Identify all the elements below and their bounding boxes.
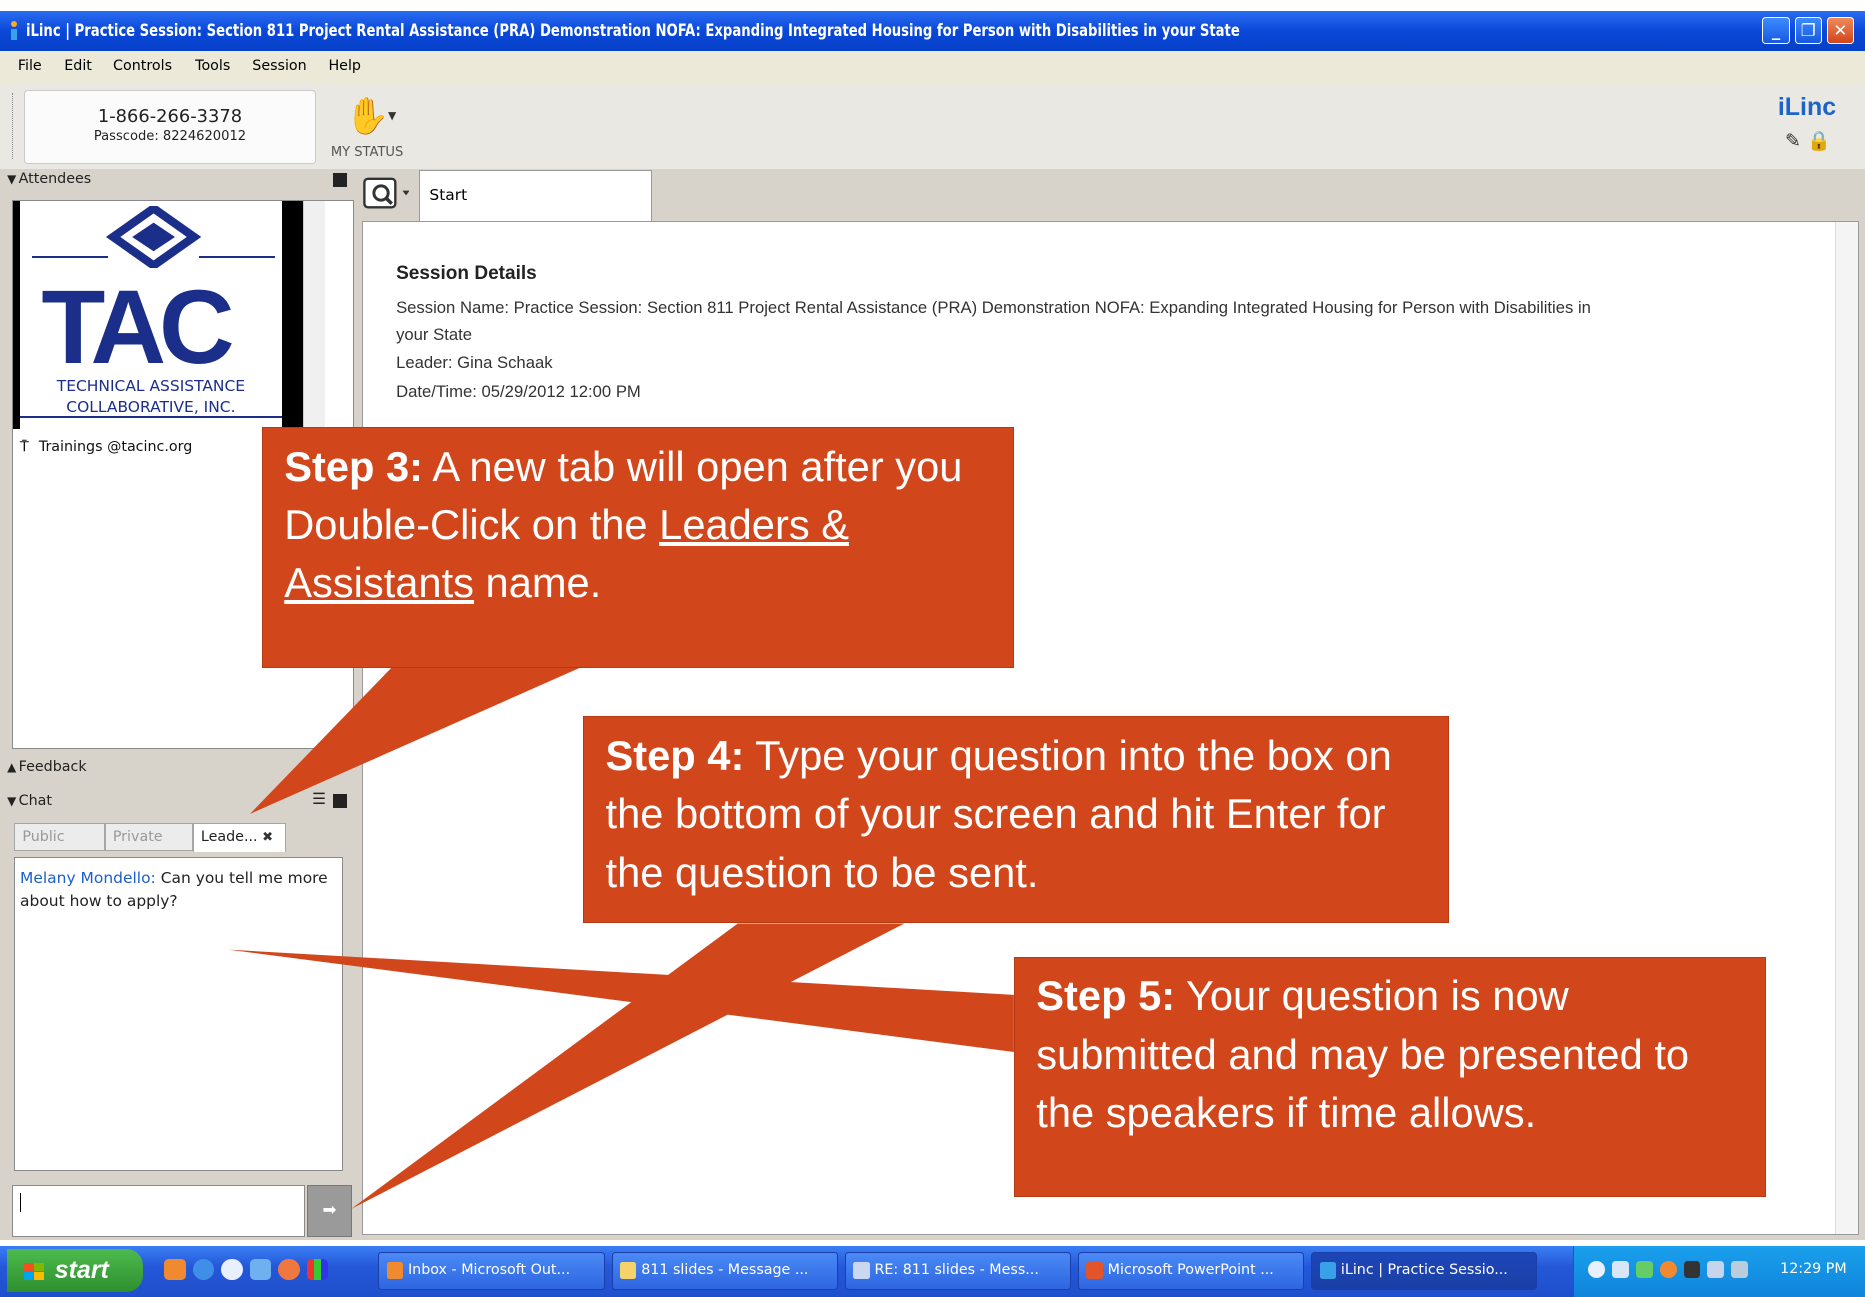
start-label: start <box>54 1256 109 1285</box>
step4-label: Step 4: <box>605 731 745 779</box>
ie-quicklaunch-icon[interactable] <box>192 1259 215 1281</box>
powerpoint-icon <box>1086 1262 1103 1280</box>
taskbar-powerpoint-label: Microsoft PowerPoint ... <box>1107 1261 1274 1278</box>
taskbar-outlook-label: Inbox - Microsoft Out... <box>407 1261 571 1278</box>
screen: iLinc | Practice Session: Section 811 Pr… <box>0 0 1865 1297</box>
taskbar-message2[interactable]: RE: 811 slides - Mess... <box>844 1251 1071 1290</box>
media-quicklaunch-icon[interactable] <box>221 1259 243 1281</box>
speaker-icon[interactable] <box>1612 1261 1629 1279</box>
monitor-tray-icon[interactable] <box>1731 1261 1748 1279</box>
step3-callout: Step 3: A new tab will open after you Do… <box>261 427 1014 668</box>
taskbar-outlook[interactable]: Inbox - Microsoft Out... <box>378 1251 605 1290</box>
taskbar-ilinc[interactable]: iLinc | Practice Sessio... <box>1311 1251 1538 1290</box>
start-button[interactable]: start <box>7 1249 143 1293</box>
taskbar-message1-label: 811 slides - Message ... <box>641 1261 809 1278</box>
network-tray-icon[interactable] <box>1707 1261 1725 1279</box>
taskbar-powerpoint[interactable]: Microsoft PowerPoint ... <box>1078 1251 1305 1290</box>
system-tray: 12:29 PM <box>1573 1245 1865 1297</box>
step5-callout: Step 5: Your question is now submitted a… <box>1013 956 1766 1198</box>
taskbar-message2-label: RE: 811 slides - Mess... <box>874 1261 1039 1278</box>
taskbar: start Inbox - Microsoft Out... 811 slide… <box>0 1245 1865 1297</box>
s-tray-icon[interactable] <box>1683 1261 1701 1279</box>
envelope-icon <box>619 1262 637 1280</box>
clock: 12:29 PM <box>1780 1261 1847 1278</box>
taskbar-message1[interactable]: 811 slides - Message ... <box>611 1251 838 1290</box>
step5-label: Step 5: <box>1036 972 1176 1020</box>
step3-label: Step 3: <box>284 442 424 490</box>
outlook-quicklaunch-icon[interactable] <box>164 1259 186 1281</box>
app3-quicklaunch-icon[interactable] <box>307 1259 329 1281</box>
outlook-icon <box>386 1262 404 1280</box>
reply-icon <box>853 1262 870 1280</box>
app2-quicklaunch-icon[interactable] <box>278 1259 300 1281</box>
app-quicklaunch-icon[interactable] <box>249 1259 272 1281</box>
taskbar-ilinc-label: iLinc | Practice Sessio... <box>1340 1261 1508 1278</box>
outlook-tray-icon[interactable] <box>1659 1261 1677 1279</box>
signal-icon[interactable] <box>1636 1261 1653 1279</box>
tray-arrow-icon[interactable] <box>1588 1261 1606 1279</box>
windows-logo-icon <box>23 1262 45 1282</box>
step4-callout: Step 4: Type your question into the box … <box>583 716 1450 924</box>
ilinc-icon <box>1319 1262 1337 1280</box>
step3-text-end: name. <box>473 559 602 607</box>
